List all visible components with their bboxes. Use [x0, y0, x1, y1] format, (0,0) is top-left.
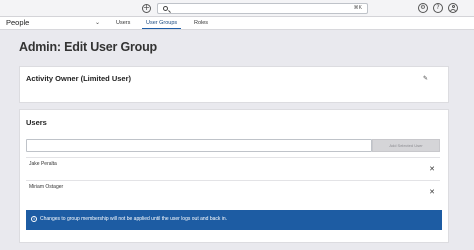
- add-selected-user-button[interactable]: Add Selected User: [372, 139, 440, 152]
- list-item: Miriam Ostager ✕: [26, 180, 440, 200]
- info-icon: i: [31, 216, 37, 222]
- user-name: Jake Peralta: [29, 161, 57, 167]
- tab-users[interactable]: Users: [116, 20, 130, 26]
- gear-icon[interactable]: ⚙: [418, 3, 428, 13]
- tab-roles[interactable]: Roles: [194, 20, 208, 26]
- close-icon[interactable]: ✕: [429, 188, 435, 196]
- user-name: Miriam Ostager: [29, 184, 64, 190]
- search-shortcut-hint: ⌘K: [353, 5, 362, 11]
- help-icon[interactable]: ?: [433, 3, 443, 13]
- page-title: Admin: Edit User Group: [19, 40, 157, 54]
- chevron-down-icon[interactable]: ⌄: [95, 19, 100, 26]
- users-section-title: Users: [26, 118, 47, 127]
- pencil-icon[interactable]: ✎: [423, 75, 428, 82]
- plus-circle-icon[interactable]: +: [142, 4, 151, 13]
- user-icon[interactable]: [448, 3, 458, 13]
- list-item: Jake Peralta ✕: [26, 157, 440, 177]
- users-card: Users Add Selected User Jake Peralta ✕ M…: [19, 109, 449, 243]
- close-icon[interactable]: ✕: [429, 165, 435, 173]
- search-icon: [163, 6, 168, 11]
- user-select-input[interactable]: [26, 139, 372, 152]
- alert-message: Changes to group membership will not be …: [40, 216, 228, 222]
- module-nav-bar: People ⌄ Users User Groups Roles: [0, 17, 474, 30]
- search-input[interactable]: ⌘K: [157, 3, 368, 14]
- group-details-card: Activity Owner (Limited User) ✎: [19, 66, 449, 103]
- tab-user-groups[interactable]: User Groups: [141, 20, 182, 29]
- group-name: Activity Owner (Limited User): [26, 74, 132, 83]
- module-selector[interactable]: People: [6, 18, 29, 27]
- info-alert: i Changes to group membership will not b…: [26, 210, 442, 230]
- top-bar: + ⌘K ⚙ ?: [0, 0, 474, 17]
